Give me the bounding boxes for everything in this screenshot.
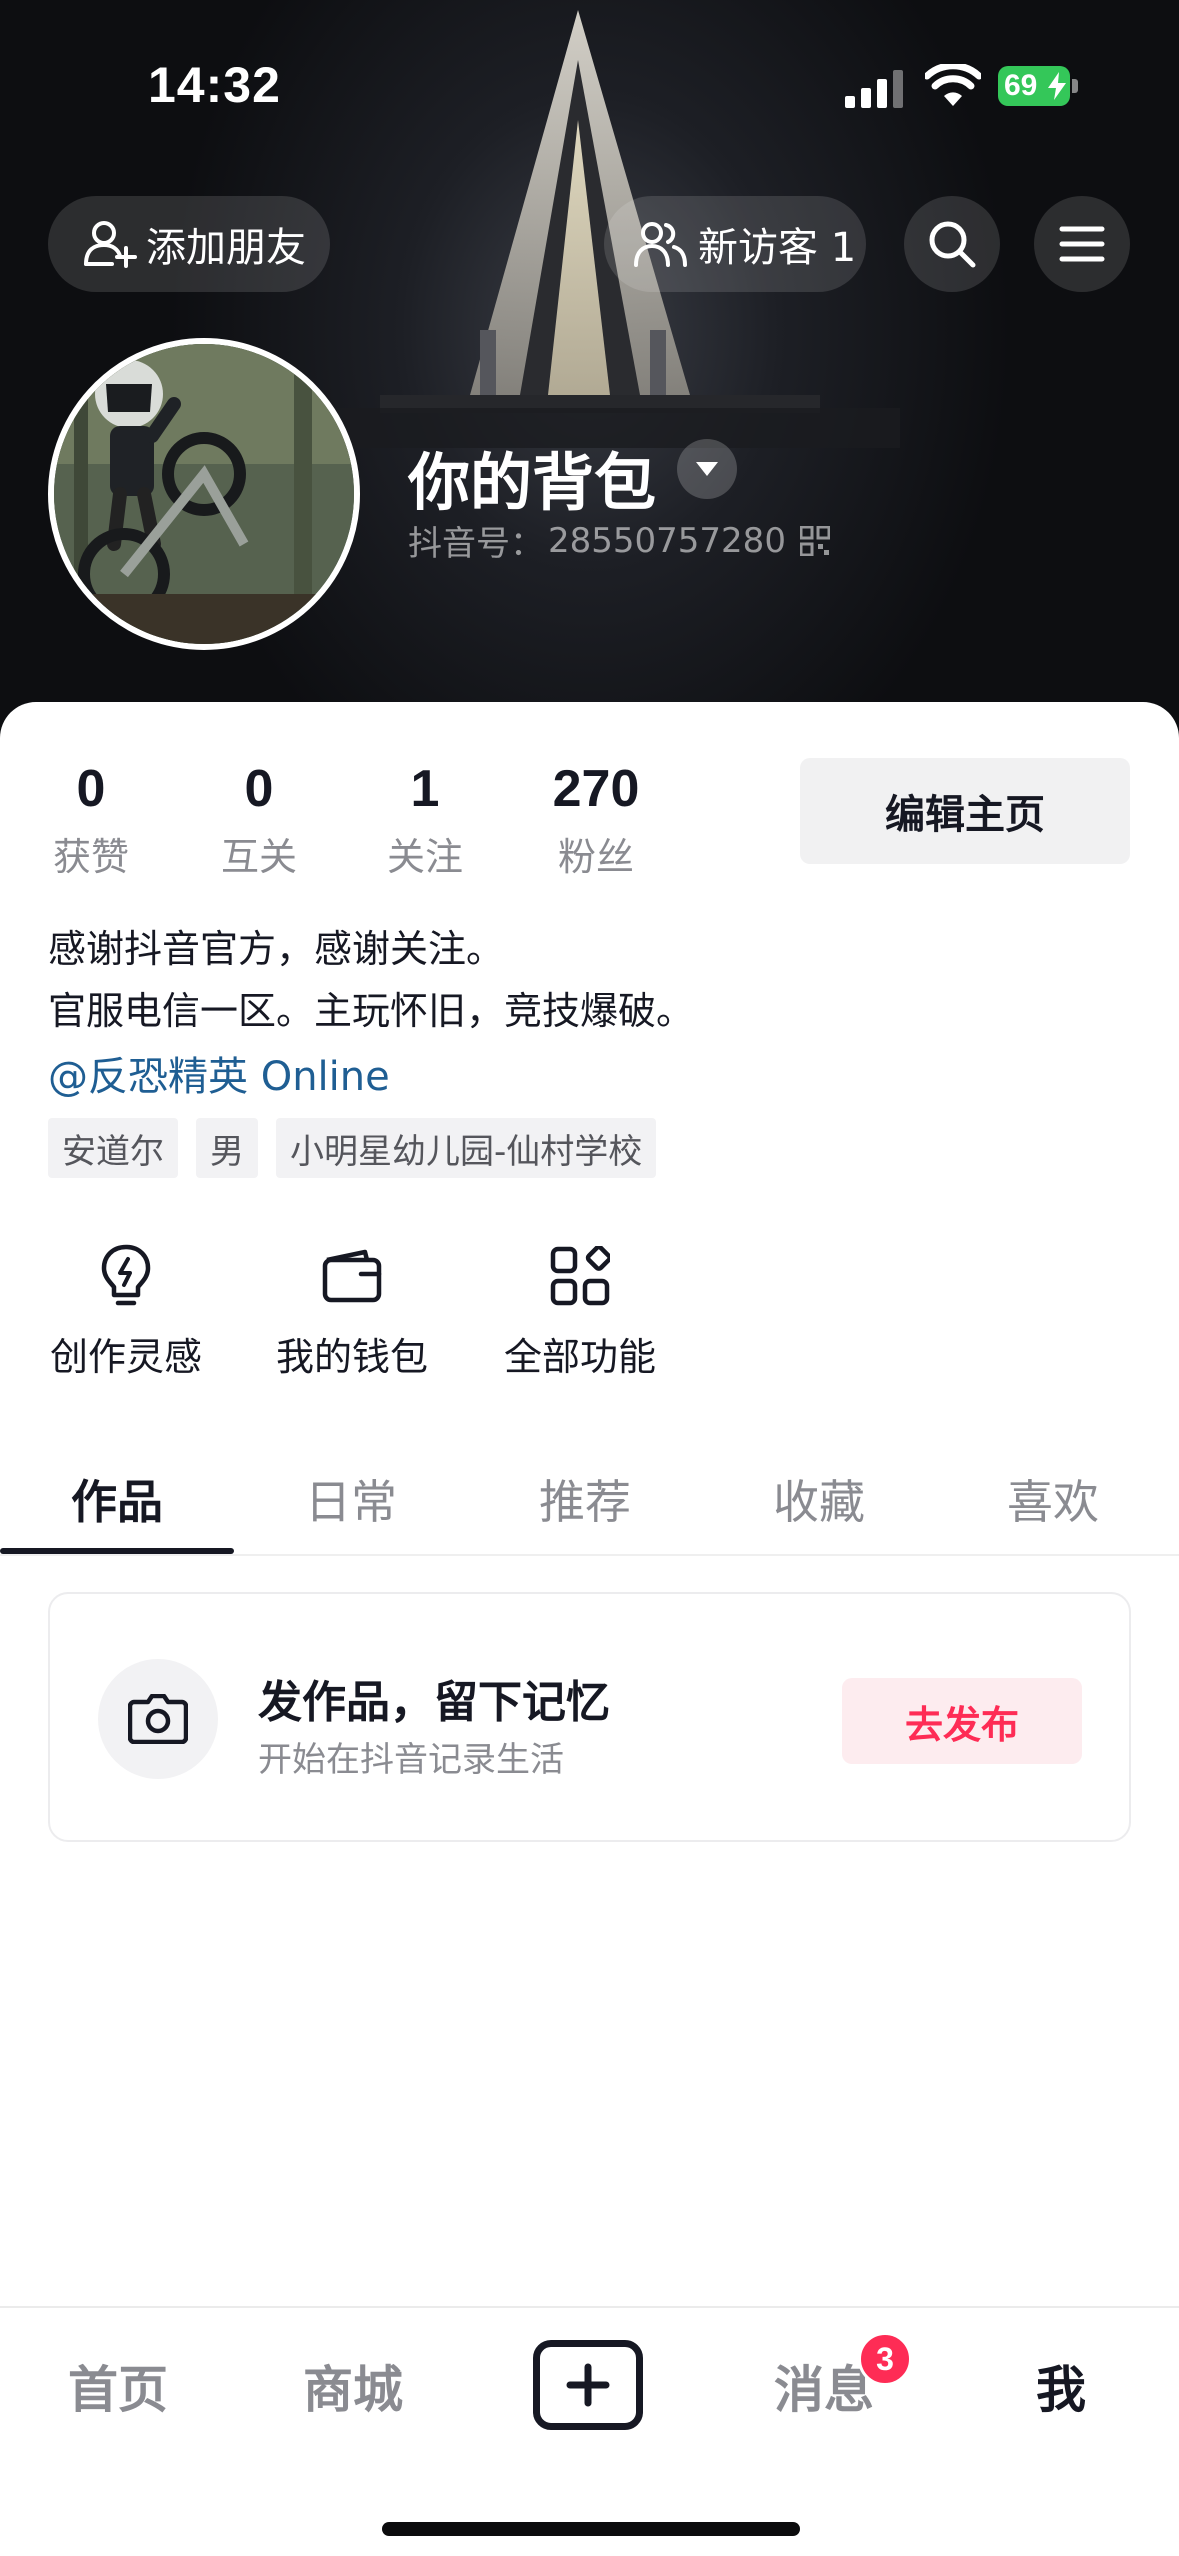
stat-mutual[interactable]: 0 互关 (216, 758, 302, 881)
func-wallet[interactable]: 我的钱包 (274, 1236, 430, 1381)
visitors-icon (634, 222, 687, 267)
new-visitors-label: 新访客 1 (698, 225, 857, 271)
tab-recommend[interactable]: 推荐 (468, 1466, 702, 1532)
wallet-icon (322, 1249, 382, 1303)
bio-line-2: 官服电信一区。主玩怀旧，竞技爆破。 (48, 989, 695, 1033)
camera-button[interactable] (98, 1659, 218, 1779)
search-icon (929, 221, 976, 268)
stat-likes-value: 0 (76, 760, 106, 818)
stat-mutual-value: 0 (244, 760, 274, 818)
menu-button[interactable] (1034, 196, 1130, 292)
stat-followers-value: 270 (552, 760, 640, 818)
tab-works[interactable]: 作品 (0, 1466, 234, 1532)
home-indicator[interactable] (382, 2522, 800, 2536)
content-tabs: 作品 日常 推荐 收藏 喜欢 (0, 1444, 1179, 1556)
tab-likes[interactable]: 喜欢 (936, 1466, 1170, 1532)
douyin-id-label: 抖音号： (408, 524, 544, 564)
stat-followers[interactable]: 270 粉丝 (548, 758, 644, 881)
bottom-navigation: 首页 商城 消息 3 我 (0, 2306, 1179, 2556)
func-wallet-label: 我的钱包 (275, 1335, 428, 1379)
func-creative-inspiration-label: 创作灵感 (49, 1335, 202, 1379)
douyin-id[interactable]: 抖音号： 28550757280 (408, 516, 830, 565)
message-count-badge: 3 (858, 2332, 912, 2386)
add-friend-button[interactable]: 添加朋友 (48, 196, 330, 292)
search-button[interactable] (904, 196, 1000, 292)
status-time: 14:32 (148, 57, 281, 113)
stat-likes-label: 获赞 (52, 835, 129, 879)
tag-gender: 男 (196, 1118, 258, 1178)
active-tab-indicator (0, 1548, 234, 1554)
profile-tags: 安道尔 男 小明星幼儿园-仙村学校 (48, 1118, 657, 1178)
nav-mall[interactable]: 商城 (303, 2350, 403, 2422)
post-prompt-title: 发作品，留下记忆 (258, 1677, 610, 1728)
lightbulb-icon (101, 1244, 151, 1306)
new-visitors-button[interactable]: 新访客 1 (604, 196, 866, 292)
add-friend-label: 添加朋友 (146, 225, 306, 271)
cellular-signal-icon (845, 70, 903, 108)
bio-line-1: 感谢抖音官方，感谢关注。 (48, 927, 505, 971)
stat-following[interactable]: 1 关注 (382, 758, 468, 881)
stat-mutual-label: 互关 (220, 835, 297, 879)
stat-followers-label: 粉丝 (557, 835, 634, 879)
edit-profile-button[interactable]: 编辑主页 (800, 758, 1130, 864)
charging-bolt-icon (1048, 72, 1066, 100)
tab-favorites[interactable]: 收藏 (702, 1466, 936, 1532)
douyin-id-value: 28550757280 (548, 520, 786, 561)
func-all-features-label: 全部功能 (503, 1335, 656, 1379)
nav-home[interactable]: 首页 (68, 2350, 168, 2422)
stat-likes[interactable]: 0 获赞 (48, 758, 134, 881)
battery-level: 69 (1004, 69, 1038, 102)
tag-school[interactable]: 小明星幼儿园-仙村学校 (276, 1118, 657, 1178)
chevron-down-icon (696, 462, 718, 476)
go-publish-button[interactable]: 去发布 (842, 1678, 1082, 1764)
plus-icon (566, 2363, 610, 2407)
bio-mention-link[interactable]: @反恐精英 Online (48, 1044, 390, 1102)
tab-daily[interactable]: 日常 (234, 1466, 468, 1532)
profile-cover[interactable]: 14:32 69 添加朋友 新访客 1 你的背包 抖音号： 2855075728… (0, 0, 1179, 760)
wifi-icon (925, 64, 981, 106)
nav-me[interactable]: 我 (1036, 2350, 1086, 2422)
grid-icon (550, 1246, 610, 1306)
post-prompt-subtitle: 开始在抖音记录生活 (258, 1740, 564, 1780)
tag-location: 安道尔 (48, 1118, 178, 1178)
battery-indicator: 69 (998, 66, 1078, 106)
status-bar: 14:32 69 (0, 0, 1179, 170)
stat-following-value: 1 (410, 760, 440, 818)
stat-following-label: 关注 (386, 835, 463, 879)
post-prompt-card: 发作品，留下记忆 开始在抖音记录生活 去发布 (48, 1592, 1131, 1842)
camera-icon (128, 1694, 188, 1744)
account-switch-button[interactable] (677, 439, 737, 499)
avatar-image (54, 344, 354, 644)
func-all-features[interactable]: 全部功能 (502, 1236, 658, 1381)
nickname: 你的背包 (408, 446, 657, 519)
func-creative-inspiration[interactable]: 创作灵感 (48, 1236, 204, 1381)
create-post-button[interactable] (533, 2340, 643, 2430)
hamburger-menu-icon (1059, 226, 1105, 262)
add-user-icon (84, 221, 137, 268)
avatar[interactable] (48, 338, 360, 650)
qr-code-icon (799, 525, 830, 556)
